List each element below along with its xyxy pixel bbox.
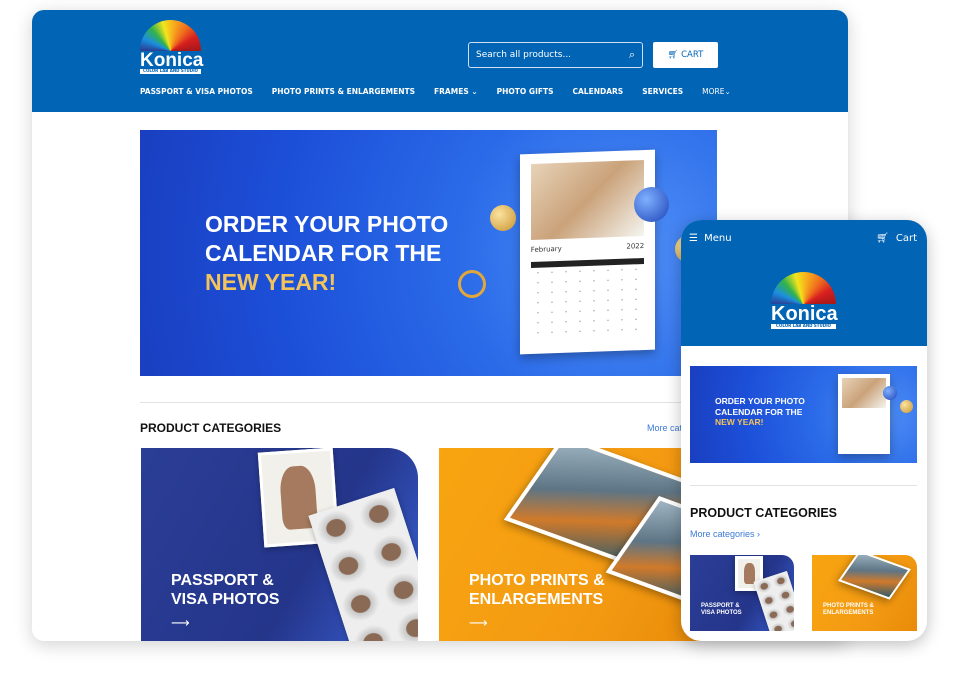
couple-photo — [842, 378, 886, 409]
cart-button[interactable]: 🛒︎ CART — [653, 42, 718, 68]
konica-logo[interactable]: Konica COLOR LAB AND STUDIO — [140, 20, 204, 74]
site-header: Konica COLOR LAB AND STUDIO Search all p… — [32, 10, 848, 112]
print-stack-image — [837, 555, 912, 600]
gold-ornament-icon — [900, 400, 913, 413]
blue-ornament-icon — [883, 386, 897, 400]
cart-icon: 🛒︎ — [875, 233, 889, 244]
card-title-line-1: PASSPORT & — [701, 603, 740, 609]
mobile-section-title: PRODUCT CATEGORIES — [690, 506, 837, 520]
nav-more-label: MORE — [702, 87, 725, 96]
chevron-down-icon: ⌄ — [724, 87, 731, 96]
card-title: PHOTO PRINTS & ENLARGEMENTS — [469, 571, 605, 609]
card-title: PHOTO PRINTS & ENLARGEMENTS — [823, 603, 874, 617]
mobile-cart-button[interactable]: 🛒︎ Cart — [876, 233, 917, 244]
card-title-line-2: ENLARGEMENTS — [823, 610, 874, 617]
nav-frames-label: FRAMES — [434, 87, 469, 96]
couple-photo — [530, 160, 645, 240]
gold-ring-icon — [458, 270, 486, 298]
cart-label: CART — [681, 50, 704, 60]
chevron-down-icon: ⌄ — [471, 87, 478, 96]
rainbow-fan-icon — [771, 272, 836, 306]
section-title: PRODUCT CATEGORIES — [140, 421, 282, 435]
main-nav: PASSPORT & VISA PHOTOS PHOTO PRINTS & EN… — [140, 87, 731, 96]
category-card-photo-prints[interactable]: PHOTO PRINTS & ENLARGEMENTS ⟶ — [439, 448, 719, 641]
card-title: PASSPORT & VISA PHOTOS — [171, 571, 279, 609]
card-title-line-2: ENLARGEMENTS — [469, 591, 604, 609]
mobile-phone-mockup: ☰ Menu 🛒︎ Cart Konica COLOR LAB AND STUD… — [681, 220, 927, 641]
logo-word: Konica — [140, 49, 204, 71]
gold-ornament-icon — [490, 205, 516, 231]
card-title-line-1: PHOTO PRINTS & — [823, 603, 874, 609]
nav-services[interactable]: SERVICES — [642, 87, 683, 96]
banner-line-2: CALENDAR FOR THE — [205, 239, 442, 266]
card-title: PASSPORT & VISA PHOTOS — [701, 603, 742, 617]
card-title-line-1: PASSPORT & — [171, 572, 274, 589]
logo-subtitle: COLOR LAB AND STUDIO — [140, 68, 201, 74]
card-title-line-2: VISA PHOTOS — [701, 610, 742, 617]
mobile-menu-button[interactable]: ☰ Menu — [689, 233, 732, 244]
calendar-month: February — [530, 244, 562, 254]
search-placeholder: Search all products... — [476, 50, 572, 60]
banner-line-3: NEW YEAR! — [715, 417, 764, 428]
mobile-cart-label: Cart — [895, 233, 917, 244]
mobile-category-card-passport[interactable]: PASSPORT & VISA PHOTOS — [690, 555, 794, 631]
nav-frames[interactable]: FRAMES ⌄ — [434, 87, 478, 96]
nav-more[interactable]: MORE⌄ — [702, 87, 731, 96]
nav-photo-prints[interactable]: PHOTO PRINTS & ENLARGEMENTS — [272, 87, 415, 96]
banner-headline: ORDER YOUR PHOTO CALENDAR FOR THE NEW YE… — [715, 396, 805, 428]
banner-line-2: CALENDAR FOR THE — [715, 406, 803, 417]
arrow-right-icon: ⟶ — [469, 616, 488, 631]
nav-calendars[interactable]: CALENDARS — [573, 87, 624, 96]
logo-subtitle: COLOR LAB AND STUDIO — [771, 323, 836, 329]
desk-calendar-image: February 2022 — [520, 149, 655, 355]
banner-line-3: NEW YEAR! — [205, 268, 337, 295]
desk-calendar-image — [838, 374, 890, 454]
section-divider — [690, 485, 917, 486]
mobile-hero-banner[interactable]: ORDER YOUR PHOTO CALENDAR FOR THE NEW YE… — [690, 366, 917, 463]
konica-logo[interactable]: Konica COLOR LAB AND STUDIO — [771, 272, 838, 329]
mobile-header: ☰ Menu 🛒︎ Cart Konica COLOR LAB AND STUD… — [681, 220, 927, 346]
mobile-category-card-photo-prints[interactable]: PHOTO PRINTS & ENLARGEMENTS — [812, 555, 917, 631]
search-icon[interactable]: ⌕ — [629, 48, 635, 62]
hamburger-icon: ☰ — [689, 233, 698, 244]
calendar-year: 2022 — [626, 242, 645, 251]
passport-photo-strip — [753, 571, 794, 631]
cart-icon: 🛒︎ — [667, 50, 679, 60]
search-input[interactable]: Search all products... ⌕ — [468, 42, 643, 68]
mobile-more-categories-link[interactable]: More categories › — [690, 529, 760, 539]
blue-ornament-icon — [634, 187, 669, 222]
card-title-line-1: PHOTO PRINTS & — [469, 572, 605, 589]
logo-word: Konica — [771, 303, 838, 326]
banner-headline: ORDER YOUR PHOTO CALENDAR FOR THE NEW YE… — [205, 210, 448, 296]
banner-line-1: ORDER YOUR PHOTO — [205, 211, 449, 237]
banner-line-1: ORDER YOUR PHOTO — [715, 396, 805, 406]
category-card-passport[interactable]: PASSPORT & VISA PHOTOS ⟶ — [141, 448, 418, 641]
rainbow-fan-icon — [140, 20, 201, 52]
passport-photo-strip — [308, 488, 418, 641]
nav-passport-visa[interactable]: PASSPORT & VISA PHOTOS — [140, 87, 253, 96]
card-title-line-2: VISA PHOTOS — [171, 591, 280, 609]
arrow-right-icon: ⟶ — [171, 616, 190, 631]
calendar-grid — [530, 258, 645, 342]
section-divider — [140, 402, 717, 403]
hero-banner[interactable]: ORDER YOUR PHOTO CALENDAR FOR THE NEW YE… — [140, 130, 717, 376]
nav-photo-gifts[interactable]: PHOTO GIFTS — [497, 87, 554, 96]
mobile-menu-label: Menu — [704, 233, 732, 244]
